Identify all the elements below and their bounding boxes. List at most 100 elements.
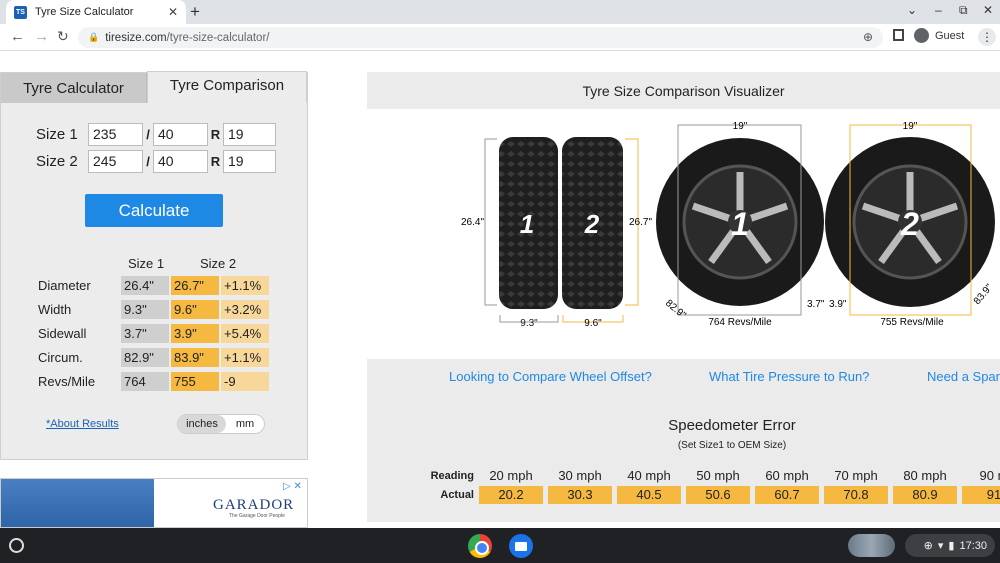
wheel2-revs-label: 755 Revs/Mile <box>880 317 944 328</box>
speed-actual: 60.7 <box>755 486 819 504</box>
window-close-icon[interactable]: ✕ <box>983 3 993 17</box>
results-row: Width 9.3" 9.6" +3.2% <box>38 299 271 319</box>
tire-pressure-link[interactable]: What Tire Pressure to Run? <box>709 369 869 384</box>
add-icon: ⊕ <box>923 540 933 552</box>
unit-inches-option[interactable]: inches <box>178 415 226 433</box>
results-row: Diameter 26.4" 26.7" +1.1% <box>38 275 271 295</box>
ad-brand: GARADOR <box>213 497 295 513</box>
wheel1-circum-label: 82.9" <box>663 298 688 322</box>
size1-value: 764 <box>121 371 169 391</box>
minimize-icon[interactable]: – <box>935 3 942 17</box>
speed-actual: 80.9 <box>893 486 957 504</box>
unit-mm-option[interactable]: mm <box>226 415 264 433</box>
rim-separator: R <box>210 154 221 169</box>
wheel1-sidewall-label: 3.7" <box>807 299 825 310</box>
tab-strip: TS Tyre Size Calculator ✕ + ⌄ – ⧉ ✕ <box>0 0 1000 24</box>
size1-value: 3.7" <box>121 323 169 343</box>
results-row-label: Circum. <box>38 349 83 365</box>
size1-width-input[interactable]: 235 <box>88 123 143 146</box>
slash-separator: / <box>146 154 150 169</box>
browser-menu-icon[interactable]: ⋮ <box>978 28 996 46</box>
size2-rim-input[interactable]: 19 <box>223 150 276 173</box>
url-path: /tyre-size-calculator/ <box>166 31 270 44</box>
forward-icon[interactable]: → <box>34 28 49 45</box>
size1-rim-input[interactable]: 19 <box>223 123 276 146</box>
speedometer-subtitle: (Set Size1 to OEM Size) <box>677 440 787 451</box>
size1-ratio-input[interactable]: 40 <box>153 123 208 146</box>
size2-value: 26.7" <box>171 275 219 295</box>
tyre1-height-label: 26.4" <box>461 217 484 228</box>
difference-value: +1.1% <box>221 347 269 367</box>
wheel1-number: 1 <box>731 206 749 242</box>
speedometer-title: Speedometer Error <box>668 417 796 434</box>
wheel-offset-link[interactable]: Looking to Compare Wheel Offset? <box>449 369 652 384</box>
speed-actual: 70.8 <box>824 486 888 504</box>
clock: 17:30 <box>959 539 987 552</box>
tab-search-icon[interactable]: ⌄ <box>907 3 917 17</box>
speed-reading: 90 m <box>979 468 1000 483</box>
os-taskbar: ⊕ ▾ ▮ 17:30 <box>0 528 1000 563</box>
wheel2-number: 2 <box>900 206 919 242</box>
size1-value: 82.9" <box>121 347 169 367</box>
difference-value: -9 <box>221 371 269 391</box>
new-tab-icon[interactable]: + <box>190 2 200 22</box>
speed-actual: 40.5 <box>617 486 681 504</box>
avatar-icon <box>914 28 929 43</box>
url-field[interactable]: 🔒 tiresize.com /tyre-size-calculator/ ⊕ <box>78 27 883 48</box>
restore-icon[interactable]: ⧉ <box>959 3 968 18</box>
ad-choices-icon[interactable]: ▷ ✕ <box>283 481 302 492</box>
speed-actual: 20.2 <box>479 486 543 504</box>
results-row-label: Diameter <box>38 277 91 293</box>
tyre1-tread-number: 1 <box>520 209 534 239</box>
size2-width-input[interactable]: 245 <box>88 150 143 173</box>
size2-ratio-input[interactable]: 40 <box>153 150 208 173</box>
calculate-button[interactable]: Calculate <box>85 194 223 227</box>
size1-label: Size 1 <box>36 126 78 143</box>
zoom-icon[interactable]: ⊕ <box>863 30 873 44</box>
speedometer-error-section: Speedometer Error (Set Size1 to OEM Size… <box>367 400 1000 522</box>
advertisement[interactable]: GARADOR The Garage Door People ▷ ✕ <box>0 478 308 528</box>
tyre-diagram: 1 2 26.4" 26.7" 9.3" 9.6" 1 19" 3.7" 82.… <box>461 121 995 329</box>
speed-reading: 70 mph <box>834 468 878 483</box>
launcher-icon[interactable] <box>9 538 24 553</box>
tab-tyre-comparison[interactable]: Tyre Comparison <box>147 71 307 103</box>
system-tray[interactable]: ⊕ ▾ ▮ 17:30 <box>905 534 995 557</box>
size1-row: Size 1 235 / 40 R 19 <box>36 123 276 146</box>
reload-icon[interactable]: ↻ <box>57 28 69 45</box>
reading-label: Reading <box>430 470 474 482</box>
battery-icon: ▮ <box>948 540 955 552</box>
speed-reading: 40 mph <box>627 468 671 483</box>
ad-image <box>1 479 154 527</box>
size2-value: 3.9" <box>171 323 219 343</box>
about-results-link[interactable]: *About Results <box>46 418 119 430</box>
tray-avatar-image[interactable] <box>848 534 895 557</box>
results-row-label: Sidewall <box>38 325 87 341</box>
profile-button[interactable]: Guest <box>914 28 964 43</box>
back-icon[interactable]: ← <box>10 28 25 45</box>
speed-reading: 20 mph <box>489 468 533 483</box>
lock-icon: 🔒 <box>88 32 100 42</box>
size1-value: 9.3" <box>121 299 169 319</box>
results-row: Circum. 82.9" 83.9" +1.1% <box>38 347 271 367</box>
need-spare-link[interactable]: Need a Spar <box>927 369 1000 384</box>
tab-title: Tyre Size Calculator <box>35 6 134 18</box>
rim-separator: R <box>210 127 221 142</box>
side-panel-icon[interactable] <box>893 29 904 41</box>
speed-reading: 50 mph <box>696 468 740 483</box>
unit-toggle[interactable]: inches mm <box>177 414 265 434</box>
files-icon[interactable] <box>509 534 533 558</box>
speed-reading: 60 mph <box>765 468 809 483</box>
browser-tab[interactable]: TS Tyre Size Calculator ✕ <box>6 0 186 24</box>
tab-tyre-calculator[interactable]: Tyre Calculator <box>1 73 147 103</box>
tab-close-icon[interactable]: ✕ <box>168 5 178 19</box>
profile-label: Guest <box>935 29 965 42</box>
ad-tagline: The Garage Door People <box>229 513 285 519</box>
difference-value: +3.2% <box>221 299 269 319</box>
visualizer-title: Tyre Size Comparison Visualizer <box>582 83 785 99</box>
chrome-icon[interactable] <box>468 534 492 558</box>
tyre1-width-label: 9.3" <box>520 318 538 329</box>
results-row: Sidewall 3.7" 3.9" +5.4% <box>38 323 271 343</box>
url-host: tiresize.com <box>105 31 167 44</box>
address-bar-row: ← → ↻ 🔒 tiresize.com /tyre-size-calculat… <box>0 24 1000 51</box>
wheel1-rim-label: 19" <box>733 121 748 132</box>
